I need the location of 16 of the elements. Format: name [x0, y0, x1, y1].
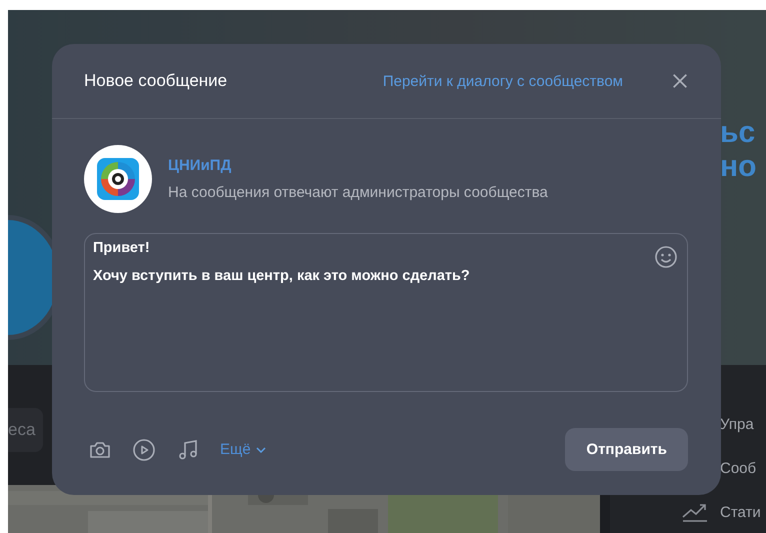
side-menu-item[interactable]: Упра	[720, 416, 754, 432]
close-icon[interactable]	[671, 72, 689, 90]
community-logo-icon	[84, 145, 152, 213]
music-note-icon[interactable]	[176, 438, 200, 462]
smiley-icon[interactable]	[654, 245, 678, 269]
play-icon[interactable]	[132, 438, 156, 462]
side-menu-item[interactable]: Сооб	[720, 460, 756, 476]
side-menu-item[interactable]: Стати	[720, 504, 761, 520]
message-field[interactable]: Привет! Хочу вступить в ваш центр, как это можно сделать?	[84, 233, 688, 392]
chevron-down-icon	[256, 446, 266, 452]
banner-text: но	[720, 150, 756, 184]
community-subtitle: На сообщения отвечают администраторы сообщества	[168, 184, 548, 201]
dialog-title: Новое сообщение	[84, 71, 228, 91]
send-button[interactable]: Отправить	[565, 428, 688, 471]
banner-text: ьс	[720, 116, 756, 150]
chart-icon	[682, 502, 708, 522]
